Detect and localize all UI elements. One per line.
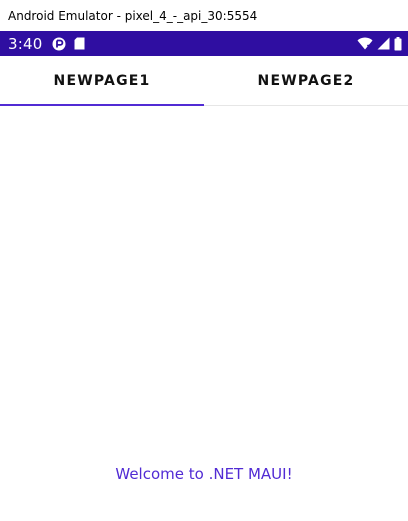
battery-icon — [394, 36, 402, 51]
welcome-label: Welcome to .NET MAUI! — [115, 465, 293, 483]
page-content: Welcome to .NET MAUI! — [0, 106, 408, 521]
emulator-window: Android Emulator - pixel_4_-_api_30:5554… — [0, 0, 408, 521]
tab-newpage2-label: NEWPAGE2 — [257, 72, 355, 89]
sd-card-icon — [74, 37, 85, 50]
tab-newpage1[interactable]: NEWPAGE1 — [0, 56, 204, 106]
window-title: Android Emulator - pixel_4_-_api_30:5554 — [8, 8, 258, 23]
tab-newpage1-label: NEWPAGE1 — [53, 72, 151, 89]
status-time: 3:40 — [8, 34, 43, 53]
status-bar: 3:40 — [0, 31, 408, 56]
signal-icon — [377, 37, 390, 50]
window-titlebar: Android Emulator - pixel_4_-_api_30:5554 — [0, 0, 408, 31]
play-protect-icon — [52, 37, 66, 51]
status-right-icons — [357, 36, 402, 51]
status-left-icons — [52, 37, 85, 51]
tab-newpage2[interactable]: NEWPAGE2 — [204, 56, 408, 105]
wifi-icon — [357, 37, 373, 50]
tab-bar: NEWPAGE1 NEWPAGE2 — [0, 56, 408, 106]
